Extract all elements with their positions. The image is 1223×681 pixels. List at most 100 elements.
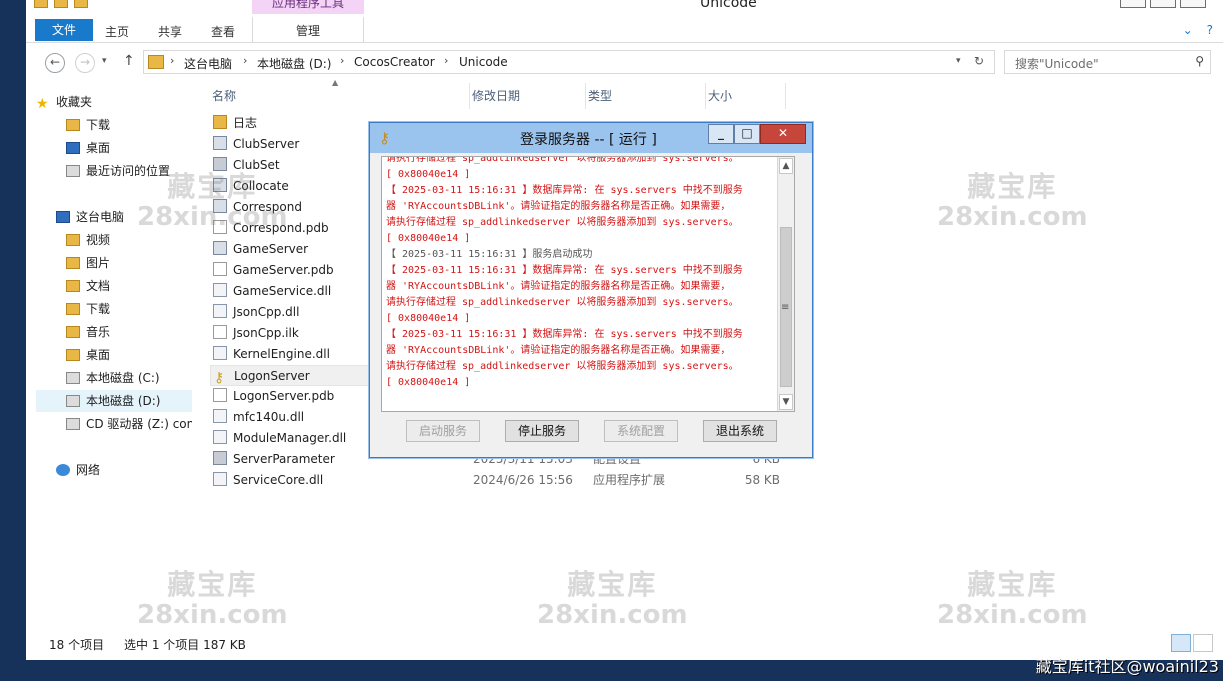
file-name: ServiceCore.dll <box>233 473 324 487</box>
sidebar-item-this-pc[interactable]: 这台电脑 <box>56 206 124 228</box>
sidebar-item-pictures[interactable]: 图片 <box>66 252 110 274</box>
file-row[interactable]: ServiceCore.dll 2024/6/26 15:56 应用程序扩展 58 K… <box>210 470 810 491</box>
maximize-button[interactable] <box>1150 0 1176 8</box>
tab-view[interactable]: 查看 <box>211 23 235 40</box>
column-header-type[interactable]: 类型 <box>586 83 706 109</box>
dialog-title-bar: ⚷ 登录服务器 -- [ 运行 ] _ □ ✕ <box>370 123 812 153</box>
forward-button[interactable]: → <box>75 53 95 73</box>
sidebar-item-music[interactable]: 音乐 <box>66 321 110 343</box>
back-button[interactable]: ← <box>45 53 65 73</box>
dialog-maximize-button[interactable]: □ <box>734 124 760 144</box>
exit-system-button[interactable]: 退出系统 <box>703 420 777 442</box>
drive-icon <box>66 395 80 407</box>
log-line: 请执行存储过程 sp_addlinkedserver 以将服务器添加到 sys.… <box>386 156 739 164</box>
sidebar-item-documents[interactable]: 文档 <box>66 275 110 297</box>
sidebar-item-desktop-pc[interactable]: 桌面 <box>66 344 110 366</box>
context-tab-group: 应用程序工具 <box>252 0 364 14</box>
search-input[interactable]: 搜索"Unicode" ⚲ <box>1004 50 1211 74</box>
breadcrumb-this-pc[interactable]: 这台电脑 <box>184 55 232 72</box>
desktop-background <box>0 0 26 681</box>
sidebar-item-cd-drive[interactable]: CD 驱动器 (Z:) cont <box>66 413 192 435</box>
dialog-close-button[interactable]: ✕ <box>760 124 806 144</box>
tab-manage[interactable]: 管理 <box>252 17 364 42</box>
file-row[interactable]: ⚷ LogonServer <box>210 365 370 386</box>
column-header-size[interactable]: 大小 <box>706 83 786 109</box>
start-service-button[interactable]: 启动服务 <box>406 420 480 442</box>
address-bar[interactable]: › 这台电脑 › 本地磁盘 (D:) › CocosCreator › Unic… <box>143 50 995 74</box>
column-header-date[interactable]: 修改日期 <box>470 83 586 109</box>
desktop-icon <box>66 142 80 154</box>
network-icon <box>56 464 70 476</box>
file-icon <box>213 325 227 339</box>
dll-icon <box>213 472 227 486</box>
file-name: GameService.dll <box>233 284 332 298</box>
sidebar-item-drive-c[interactable]: 本地磁盘 (C:) <box>66 367 160 389</box>
log-line: [ 0x80040e14 ] <box>386 377 471 388</box>
log-line: 器 'RYAccountsDBLink'。请验证指定的服务器名称是否正确。如果需… <box>386 281 731 292</box>
help-icon[interactable]: ? <box>1207 23 1213 37</box>
file-name: JsonCpp.dll <box>233 305 300 319</box>
tab-file[interactable]: 文件 <box>35 19 93 41</box>
details-view-button[interactable] <box>1171 634 1191 652</box>
navigation-pane: ★ 收藏夹 下载 桌面 最近访问的位置 这台电脑 视频 图片 文档 下载 音乐 桌… <box>26 88 192 628</box>
refresh-icon[interactable]: ↻ <box>974 54 984 68</box>
title-bar: 应用程序工具 Unicode <box>26 0 1223 14</box>
settings-file-icon <box>213 451 227 465</box>
log-line: 【 2025-03-11 15:16:31 】数据库异常: 在 sys.serv… <box>386 329 743 340</box>
file-icon <box>213 388 227 402</box>
chevron-down-icon[interactable]: ⌄ <box>1183 23 1193 37</box>
dialog-minimize-button[interactable]: _ <box>708 124 734 144</box>
breadcrumb-unicode[interactable]: Unicode <box>459 55 508 69</box>
file-name: ModuleManager.dll <box>233 431 347 445</box>
sidebar-item-desktop[interactable]: 桌面 <box>66 137 110 159</box>
close-button[interactable] <box>1180 0 1206 8</box>
quick-access-toolbar <box>34 0 88 8</box>
selection-info: 选中 1 个项目 187 KB <box>124 638 246 652</box>
settings-file-icon <box>213 157 227 171</box>
sidebar-item-network[interactable]: 网络 <box>56 459 100 481</box>
log-line: 【 2025-03-11 15:16:31 】数据库异常: 在 sys.serv… <box>386 185 743 196</box>
stop-service-button[interactable]: 停止服务 <box>505 420 579 442</box>
chevron-down-icon[interactable]: ▾ <box>956 56 961 66</box>
file-date: 2024/6/26 15:56 <box>473 473 573 487</box>
system-config-button[interactable]: 系统配置 <box>604 420 678 442</box>
key-icon: ⚷ <box>214 370 225 386</box>
tab-home[interactable]: 主页 <box>105 23 129 40</box>
search-icon[interactable]: ⚲ <box>1195 54 1204 68</box>
log-line: 请执行存储过程 sp_addlinkedserver 以将服务器添加到 sys.… <box>386 217 739 228</box>
sidebar-item-downloads[interactable]: 下载 <box>66 114 110 136</box>
app-icon <box>213 241 227 255</box>
folder-icon <box>66 326 80 338</box>
sidebar-item-drive-d[interactable]: 本地磁盘 (D:) <box>36 390 192 412</box>
folder-icon <box>66 303 80 315</box>
folder-icon[interactable] <box>34 0 48 8</box>
folder-icon <box>213 115 227 129</box>
large-icons-view-button[interactable] <box>1193 634 1213 652</box>
breadcrumb-cocoscreator[interactable]: CocosCreator <box>354 55 435 69</box>
watermark: 藏宝库 28xin.com <box>937 568 1088 631</box>
log-scrollbar[interactable]: ▲ ≡ ▼ <box>777 157 794 411</box>
tab-share[interactable]: 共享 <box>158 23 182 40</box>
sidebar-item-downloads-pc[interactable]: 下载 <box>66 298 110 320</box>
folder-icon <box>66 257 80 269</box>
log-line: 请执行存储过程 sp_addlinkedserver 以将服务器添加到 sys.… <box>386 297 739 308</box>
file-name: LogonServer <box>234 369 310 383</box>
dll-icon <box>213 283 227 297</box>
column-header-name[interactable]: 名称 <box>210 83 470 109</box>
log-output[interactable]: 请执行存储过程 sp_addlinkedserver 以将服务器添加到 sys.… <box>381 156 795 412</box>
up-button[interactable]: ↑ <box>123 53 135 69</box>
dll-icon <box>213 430 227 444</box>
navigation-bar: ← → ▾ ↑ › 这台电脑 › 本地磁盘 (D:) › CocosCreato… <box>26 44 1223 80</box>
file-name: 日志 <box>233 116 258 130</box>
folder-icon <box>66 119 80 131</box>
sidebar-item-favorites[interactable]: ★ 收藏夹 <box>36 91 92 113</box>
breadcrumb-drive-d[interactable]: 本地磁盘 (D:) <box>257 55 331 72</box>
scroll-up-icon[interactable]: ▲ <box>779 158 793 174</box>
properties-icon[interactable] <box>54 0 68 8</box>
recent-locations-icon[interactable]: ▾ <box>102 56 107 66</box>
cd-drive-icon <box>66 418 80 430</box>
sidebar-item-videos[interactable]: 视频 <box>66 229 110 251</box>
scroll-down-icon[interactable]: ▼ <box>779 394 793 410</box>
minimize-button[interactable] <box>1120 0 1146 8</box>
new-folder-icon[interactable] <box>74 0 88 8</box>
